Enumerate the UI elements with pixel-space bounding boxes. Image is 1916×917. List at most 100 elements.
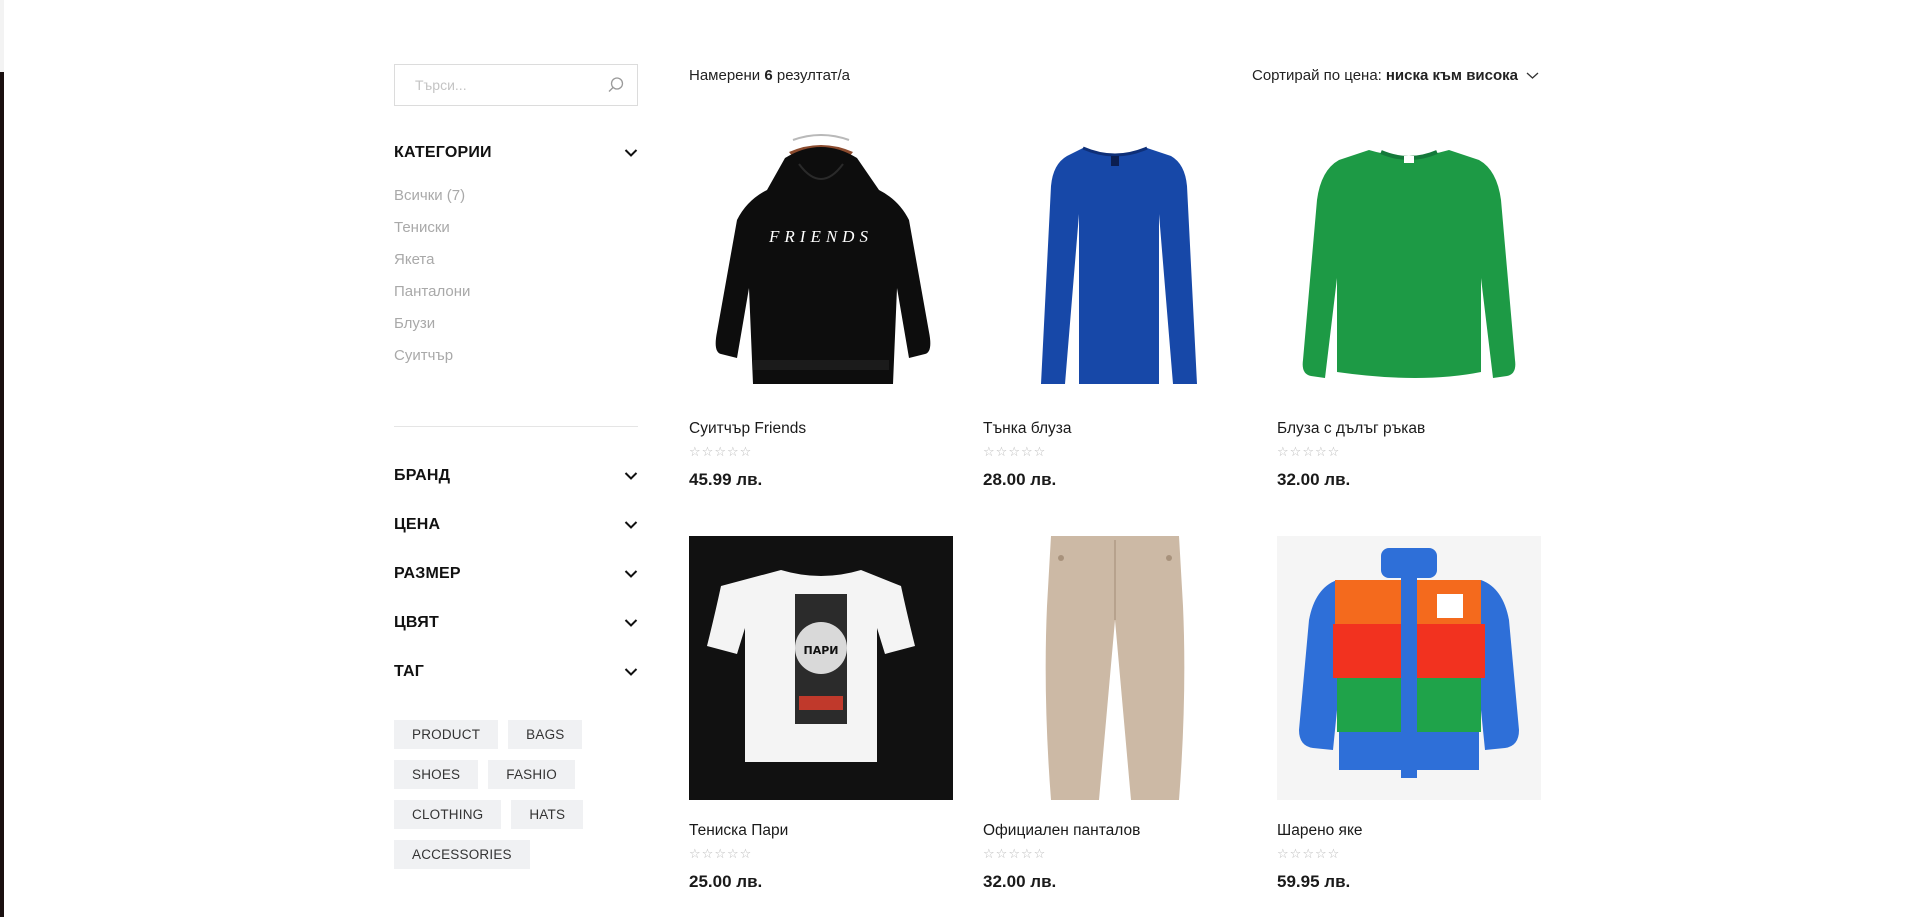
product-name[interactable]: Тениска Пари [689, 822, 953, 840]
price-filter-toggle[interactable]: ЦЕНА [394, 500, 638, 549]
svg-text:ПАРИ: ПАРИ [804, 644, 839, 657]
product-image-tshirt[interactable]: ПАРИ [689, 536, 953, 800]
product-card: Блуза с дълъг ръкав ☆ ☆ ☆ ☆ ☆ 32.00 лв. [1277, 134, 1541, 490]
star-icon: ☆ [995, 847, 1008, 862]
star-icon: ☆ [1033, 847, 1046, 862]
star-icon: ☆ [1008, 847, 1020, 862]
product-price: 25.00 лв. [689, 872, 763, 891]
star-icon: ☆ [1314, 445, 1327, 460]
star-icon: ☆ [1033, 445, 1046, 460]
star-icon: ☆ [714, 847, 726, 862]
svg-text:FRIENDS: FRIENDS [768, 227, 873, 246]
chevron-down-icon [624, 618, 638, 627]
star-icon: ☆ [1289, 847, 1302, 862]
product-image-blue-top[interactable] [983, 134, 1247, 398]
product-image-hoodie[interactable]: FRIENDS [689, 134, 953, 398]
sort-label: Сортирай по цена: [1251, 67, 1382, 84]
star-icon: ☆ [1314, 847, 1327, 862]
tag-accessories[interactable]: ACCESSORIES [394, 840, 530, 869]
star-icon: ☆ [1008, 445, 1020, 460]
category-item-sweatshirts[interactable]: Суитчър [394, 340, 638, 372]
chevron-down-icon [624, 149, 638, 157]
price-filter-title: ЦЕНА [394, 515, 441, 533]
product-name[interactable]: Блуза с дълъг ръкав [1277, 420, 1541, 438]
search-input[interactable] [395, 65, 637, 105]
product-card: FRIENDS Суитчър Friends ☆ ☆ ☆ ☆ ☆ 45.99 лв. [689, 134, 953, 490]
star-icon: ☆ [995, 445, 1008, 460]
tag-shoes[interactable]: SHOES [394, 760, 479, 789]
color-filter-toggle[interactable]: ЦВЯТ [394, 598, 638, 647]
hoodie-image: FRIENDS [689, 134, 953, 398]
rating-stars: ☆ ☆ ☆ ☆ ☆ [689, 848, 953, 862]
brand-filter-title: БРАНД [394, 466, 451, 484]
product-card: Шарено яке ☆ ☆ ☆ ☆ ☆ 59.95 лв. [1277, 536, 1541, 892]
category-item-all[interactable]: Всички (7) [394, 180, 638, 212]
search-box [394, 64, 638, 106]
product-name[interactable]: Шарено яке [1277, 822, 1541, 840]
rating-stars: ☆ ☆ ☆ ☆ ☆ [983, 848, 1247, 862]
product-price: 32.00 лв. [983, 872, 1057, 891]
rating-stars: ☆ ☆ ☆ ☆ ☆ [689, 446, 953, 460]
chevron-down-icon [624, 667, 638, 676]
product-name[interactable]: Суитчър Friends [689, 420, 953, 438]
tag-hats[interactable]: HATS [511, 800, 584, 829]
rating-stars: ☆ ☆ ☆ ☆ ☆ [1277, 446, 1541, 460]
size-filter-toggle[interactable]: РАЗМЕР [394, 549, 638, 598]
tshirt-image: ПАРИ [689, 536, 953, 800]
search-icon[interactable] [607, 76, 625, 94]
window-edge-left [0, 72, 4, 917]
chevron-down-icon [1526, 72, 1539, 79]
star-icon: ☆ [1289, 445, 1302, 460]
tag-bags[interactable]: BAGS [508, 720, 583, 749]
category-item-trousers[interactable]: Панталони [394, 276, 638, 308]
product-card: Тънка блуза ☆ ☆ ☆ ☆ ☆ 28.00 лв. [983, 134, 1247, 490]
categories-toggle[interactable]: КАТЕГОРИИ [394, 144, 638, 162]
product-image-green-sweatshirt[interactable] [1277, 134, 1541, 398]
sort-dropdown[interactable]: Сортирай по цена: ниска към висока [1252, 67, 1539, 84]
filter-group: БРАНД ЦЕНА РАЗМЕР ЦВЯТ ТАГ PRODUCT BAGS … [394, 451, 638, 869]
window-edge-top [0, 0, 4, 72]
results-suffix: резултат/а [776, 67, 850, 84]
tag-clothing[interactable]: CLOTHING [394, 800, 502, 829]
product-price: 28.00 лв. [983, 470, 1057, 489]
star-icon: ☆ [1020, 445, 1033, 460]
star-icon: ☆ [1302, 445, 1314, 460]
size-filter-title: РАЗМЕР [394, 564, 461, 582]
trousers-image [983, 536, 1247, 800]
product-card: Официален панталов ☆ ☆ ☆ ☆ ☆ 32.00 лв. [983, 536, 1247, 892]
product-image-trousers[interactable] [983, 536, 1247, 800]
sort-value: ниска към висока [1385, 67, 1518, 84]
category-list: Всички (7) Тениски Якета Панталони Блузи… [394, 180, 638, 372]
star-icon: ☆ [726, 847, 739, 862]
star-icon: ☆ [1327, 847, 1340, 862]
categories-filter: КАТЕГОРИИ Всички (7) Тениски Якета Панта… [394, 144, 638, 372]
tag-cloud: PRODUCT BAGS SHOES FASHIO CLOTHING HATS … [394, 720, 638, 869]
product-image-jacket[interactable] [1277, 536, 1541, 800]
star-icon: ☆ [726, 445, 739, 460]
product-price: 45.99 лв. [689, 470, 763, 489]
product-name[interactable]: Тънка блуза [983, 420, 1247, 438]
tag-filter-toggle[interactable]: ТАГ [394, 647, 638, 696]
brand-filter-toggle[interactable]: БРАНД [394, 451, 638, 500]
rating-stars: ☆ ☆ ☆ ☆ ☆ [983, 446, 1247, 460]
tag-product[interactable]: PRODUCT [394, 720, 499, 749]
results-number: 6 [764, 67, 773, 84]
blue-top-image [983, 134, 1247, 398]
shop-sidebar: КАТЕГОРИИ Всички (7) Тениски Якета Панта… [394, 64, 638, 869]
product-price: 32.00 лв. [1277, 470, 1351, 489]
rating-stars: ☆ ☆ ☆ ☆ ☆ [1277, 848, 1541, 862]
categories-title: КАТЕГОРИИ [394, 144, 492, 161]
star-icon: ☆ [983, 445, 995, 460]
tag-fashio[interactable]: FASHIO [488, 760, 575, 789]
product-listing: Намерени 6 резултат/а Сортирай по цена: … [689, 62, 1541, 891]
star-icon: ☆ [689, 847, 701, 862]
results-count: Намерени 6 резултат/а [689, 67, 850, 84]
star-icon: ☆ [689, 445, 701, 460]
star-icon: ☆ [1327, 445, 1340, 460]
category-item-blouses[interactable]: Блузи [394, 308, 638, 340]
category-item-jackets[interactable]: Якета [394, 244, 638, 276]
star-icon: ☆ [701, 445, 714, 460]
product-name[interactable]: Официален панталов [983, 822, 1247, 840]
color-filter-title: ЦВЯТ [394, 613, 439, 631]
category-item-tshirts[interactable]: Тениски [394, 212, 638, 244]
